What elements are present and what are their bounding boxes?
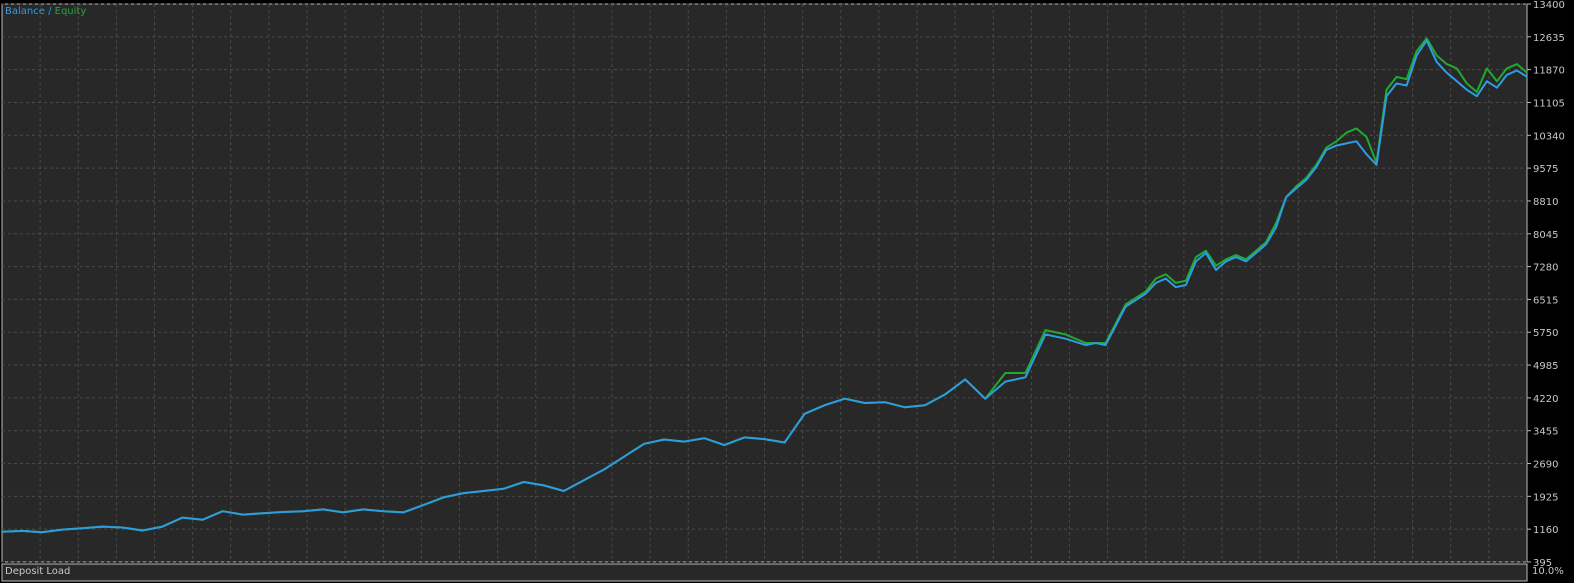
y-tick-label: 4985 xyxy=(1533,361,1558,372)
y-tick-label: 1160 xyxy=(1533,525,1558,536)
y-tick-label: 11105 xyxy=(1533,98,1565,109)
y-tick-label: 9575 xyxy=(1533,164,1558,175)
deposit-load-label: Deposit Load xyxy=(5,566,71,577)
y-tick-label: 10340 xyxy=(1533,131,1565,142)
deposit-load-value: 10.0% xyxy=(1532,566,1564,577)
y-tick-label: 2690 xyxy=(1533,460,1558,471)
legend: Balance / Equity xyxy=(5,6,86,18)
chart-canvas: 3951160192526903455422049855750651572808… xyxy=(1,0,1565,582)
y-tick-label: 12635 xyxy=(1533,33,1565,44)
balance-equity-chart: 395 1160 1925 2690 3455 4220 4985 5750 6515 7280 8… xyxy=(0,0,1574,583)
y-tick-label: 11870 xyxy=(1533,66,1565,77)
deposit-load-panel xyxy=(1,563,1528,582)
legend-balance: Balance xyxy=(5,6,45,17)
legend-separator: / xyxy=(44,6,55,17)
y-tick-label: 5750 xyxy=(1533,328,1558,339)
y-tick-label: 8810 xyxy=(1533,197,1558,208)
y-tick-label: 4220 xyxy=(1533,394,1558,405)
y-tick-label: 13400 xyxy=(1533,0,1565,11)
y-tick-label: 7280 xyxy=(1533,263,1558,274)
y-tick-label: 8045 xyxy=(1533,230,1558,241)
y-axis-ticks: 3951160192526903455422049855750651572808… xyxy=(1527,0,1565,569)
y-tick-label: 3455 xyxy=(1533,427,1558,438)
y-tick-label: 1925 xyxy=(1533,492,1558,503)
y-tick-label: 6515 xyxy=(1533,295,1558,306)
legend-equity: Equity xyxy=(54,6,87,17)
